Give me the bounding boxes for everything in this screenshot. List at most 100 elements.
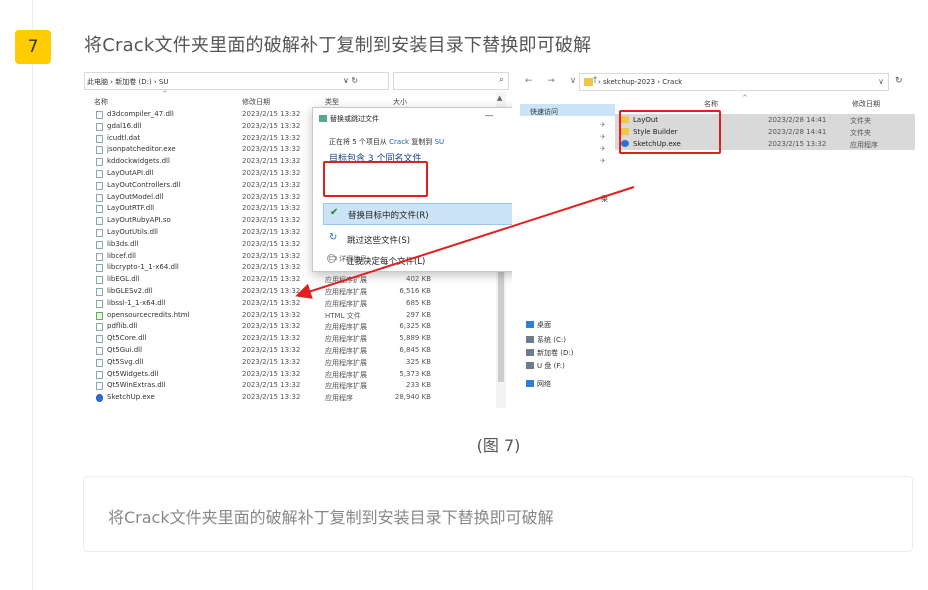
dll-file-icon <box>96 299 103 308</box>
refresh-icon[interactable]: ↻ <box>895 76 903 86</box>
dialog-subtitle: 正在将 5 个项目从 Crack 复制到 SU <box>329 138 445 146</box>
file-date: 2023/2/28 14:41 <box>768 128 827 136</box>
file-date: 2023/2/15 13:32 <box>242 298 301 307</box>
file-size: 402 KB <box>406 275 431 284</box>
file-type: 应用程序扩展 <box>325 276 367 285</box>
left-address-bar[interactable]: 此电脑 › 新加卷 (D:) › SU ∨ ↻ <box>84 72 389 90</box>
screenshot-divider <box>512 70 520 408</box>
file-row[interactable]: Qt5Svg.dll 2023/2/15 13:32 应用程序扩展 325 KB <box>84 357 494 369</box>
dest-folder-link[interactable]: SU <box>435 138 445 146</box>
right-column-header-date[interactable]: 修改日期 <box>852 99 880 109</box>
file-size: 5,889 KB <box>399 334 431 343</box>
screenshot-figure: 此电脑 › 新加卷 (D:) › SU ∨ ↻ ⌕ ^ 名称 修改日期 类型 大… <box>84 70 915 408</box>
dialog-title: 替换或跳过文件 <box>319 114 379 124</box>
file-name: LayOutAPI.dll <box>107 168 154 177</box>
pin-icon: ✈ <box>600 145 606 153</box>
file-name: Qt5Gui.dll <box>107 345 143 354</box>
dll-file-icon <box>96 158 103 167</box>
file-row[interactable]: Qt5Core.dll 2023/2/15 13:32 应用程序扩展 5,889 KB <box>84 333 494 345</box>
left-rule <box>32 0 33 590</box>
file-size: 6,325 KB <box>399 322 431 331</box>
file-date: 2023/2/15 13:32 <box>242 251 301 260</box>
scroll-up-icon[interactable]: ▲ <box>497 94 502 102</box>
search-icon[interactable]: ⌕ <box>499 75 504 85</box>
quick-access-item[interactable]: 快速访问 <box>530 107 558 117</box>
pin-icon: ✈ <box>600 133 606 141</box>
skip-files-label: 跳过这些文件(S) <box>347 236 411 246</box>
file-type: 文件夹 <box>850 117 871 125</box>
dll-file-icon <box>96 193 103 202</box>
nav-item[interactable]: 网络 <box>526 379 551 389</box>
dll-file-icon <box>96 205 103 214</box>
network-icon <box>526 380 534 387</box>
file-row[interactable]: libEGL.dll 2023/2/15 13:32 应用程序扩展 402 KB <box>84 274 494 286</box>
note-text: 将Crack文件夹里面的破解补丁复制到安装目录下替换即可破解 <box>108 508 554 527</box>
dll-file-icon <box>96 252 103 261</box>
file-date: 2023/2/28 14:41 <box>768 116 827 124</box>
nav-item[interactable]: 桌面 <box>526 320 551 330</box>
column-header-size[interactable]: 大小 <box>393 97 407 107</box>
nav-item-label: U 盘 (F:) <box>537 362 565 370</box>
folder-icon <box>584 78 593 86</box>
file-name: libcef.dll <box>107 251 137 260</box>
dialog-app-icon <box>319 115 327 122</box>
address-controls[interactable]: ∨ ↻ <box>343 76 358 85</box>
nav-item[interactable]: 系统 (C:) <box>526 335 566 345</box>
column-header-name[interactable]: 名称 <box>94 97 108 107</box>
left-search-input[interactable]: ⌕ <box>393 72 509 90</box>
file-row[interactable]: Qt5Widgets.dll 2023/2/15 13:32 应用程序扩展 5,373… <box>84 369 494 381</box>
file-row[interactable]: libGLESv2.dll 2023/2/15 13:32 应用程序扩展 6,516 … <box>84 286 494 298</box>
file-row[interactable]: libssl-1_1-x64.dll 2023/2/15 13:32 应用程序扩展 6… <box>84 298 494 310</box>
dll-file-icon <box>96 276 103 285</box>
dll-file-icon <box>96 181 103 190</box>
file-size: 6,516 KB <box>399 286 431 295</box>
file-date: 2023/2/15 13:32 <box>242 168 301 177</box>
skip-files-option[interactable]: ↻ 跳过这些文件(S) <box>323 229 410 251</box>
highlight-box-crack-files <box>619 110 721 154</box>
nav-item[interactable]: U 盘 (F:) <box>526 361 565 371</box>
dll-file-icon <box>96 264 103 273</box>
chevron-down-icon[interactable]: ∨ <box>878 77 884 86</box>
file-date: 2023/2/15 13:32 <box>242 310 301 319</box>
right-column-header-name[interactable]: 名称 <box>704 99 718 109</box>
drive-icon <box>526 336 534 343</box>
decide-each-file-option[interactable]: ▭ 让我决定每个文件(L) <box>322 253 425 267</box>
dll-file-icon <box>96 382 103 391</box>
scrollbar-thumb[interactable] <box>498 272 504 382</box>
dll-file-icon <box>96 346 103 355</box>
file-name: LayOutModel.dll <box>107 192 164 201</box>
dll-file-icon <box>96 287 103 296</box>
dll-file-icon <box>96 122 103 131</box>
source-folder-link[interactable]: Crack <box>389 138 409 146</box>
nav-item[interactable]: 新加卷 (D:) <box>526 348 573 358</box>
file-size: 325 KB <box>406 357 431 366</box>
left-address-path: 此电脑 › 新加卷 (D:) › SU <box>87 78 169 86</box>
dll-file-icon <box>96 228 103 237</box>
file-type: 应用程序扩展 <box>325 287 367 296</box>
drive-icon <box>526 362 534 369</box>
nav-fragment-text: 渠 <box>601 195 608 203</box>
nav-item-label: 桌面 <box>537 321 551 329</box>
file-row[interactable]: SketchUp.exe 2023/2/15 13:32 应用程序 28,940 KB <box>84 392 494 404</box>
file-row[interactable]: Qt5Gui.dll 2023/2/15 13:32 应用程序扩展 6,845 KB <box>84 345 494 357</box>
file-name: libssl-1_1-x64.dll <box>107 298 166 307</box>
nav-item-label: 系统 (C:) <box>537 336 566 344</box>
nav-item-label: 网络 <box>537 380 551 388</box>
file-row[interactable]: pdflib.dll 2023/2/15 13:32 应用程序扩展 6,325 KB <box>84 321 494 333</box>
file-date: 2023/2/15 13:32 <box>242 204 301 213</box>
dll-file-icon <box>96 111 103 119</box>
column-header-date[interactable]: 修改日期 <box>242 97 270 107</box>
html-file-icon <box>96 311 103 320</box>
dll-file-icon <box>96 146 103 155</box>
column-header-type[interactable]: 类型 <box>325 97 339 107</box>
file-row[interactable]: Qt5WinExtras.dll 2023/2/15 13:32 应用程序扩展 233… <box>84 380 494 392</box>
right-address-bar[interactable]: › sketchup-2023 › Crack ∨ <box>579 73 889 91</box>
file-date: 2023/2/15 13:32 <box>242 110 301 118</box>
file-row[interactable]: opensourcecredits.html 2023/2/15 13:32 HTM… <box>84 310 494 322</box>
file-name: lib3ds.dll <box>107 239 139 248</box>
highlight-box-replace <box>323 161 428 197</box>
file-date: 2023/2/15 13:32 <box>242 345 301 354</box>
file-name: libGLESv2.dll <box>107 286 153 295</box>
file-name: Qt5Widgets.dll <box>107 369 159 378</box>
pin-icon: ✈ <box>600 157 606 165</box>
